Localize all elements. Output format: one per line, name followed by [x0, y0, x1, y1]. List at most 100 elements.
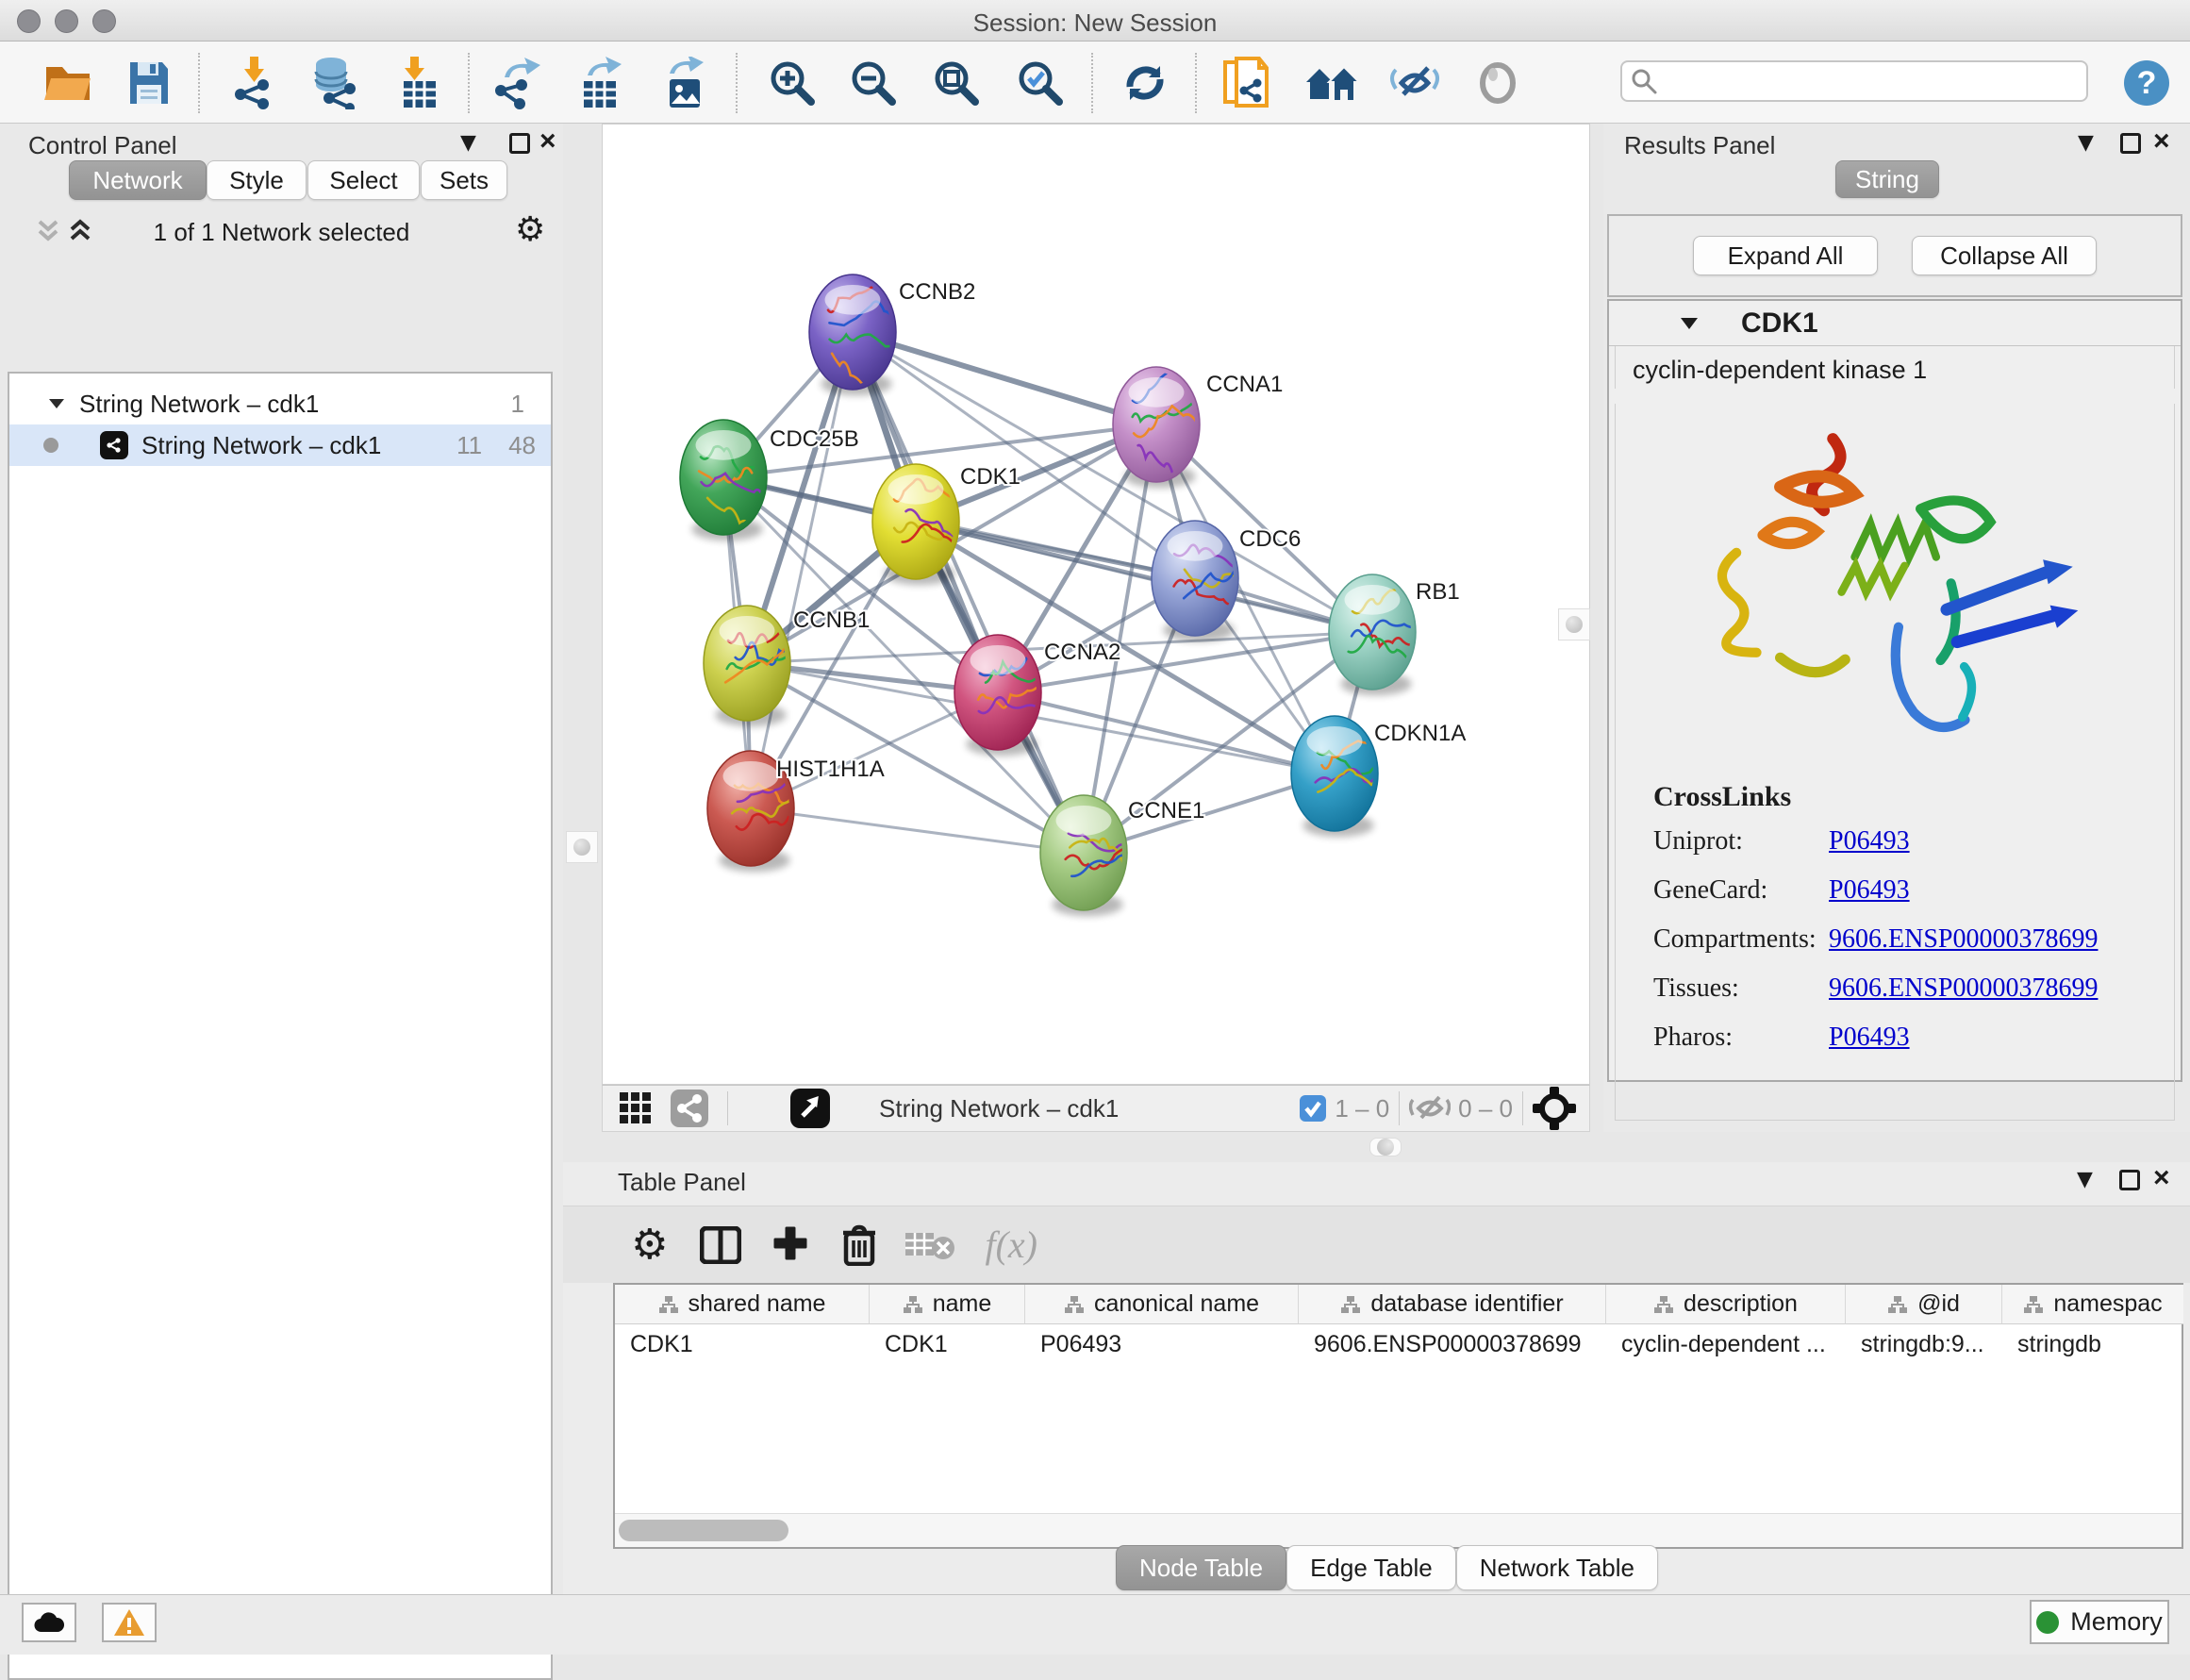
- export-network-icon[interactable]: [487, 55, 547, 111]
- results-panel-close-icon[interactable]: ×: [2153, 125, 2170, 158]
- function-builder-icon[interactable]: f(x): [985, 1223, 1037, 1267]
- network-canvas[interactable]: CCNB2 CCNA1 CDC25BCDK1 CDC6RB1 CCNB1 CCNA2 CDK…: [602, 124, 1590, 1085]
- cell-database-identifier[interactable]: 9606.ENSP00000378699: [1299, 1324, 1606, 1364]
- horizontal-splitter[interactable]: [563, 1132, 2190, 1162]
- search-input[interactable]: [1666, 64, 2086, 98]
- column-header[interactable]: namespac: [2002, 1285, 2183, 1324]
- hide-selected-icon[interactable]: [1385, 55, 1445, 111]
- cdk1-section-header[interactable]: CDK1: [1609, 301, 2181, 346]
- table-panel-menu-icon[interactable]: ▼: [2077, 1168, 2093, 1191]
- protein-node-ccna2[interactable]: CCNA2: [954, 635, 1120, 756]
- column-header[interactable]: database identifier: [1299, 1285, 1606, 1324]
- import-table-icon[interactable]: [389, 55, 449, 111]
- protein-node-ccna1[interactable]: CCNA1: [1113, 365, 1283, 488]
- left-splitter-handle[interactable]: [566, 831, 598, 863]
- crosslink-pharos-link[interactable]: P06493: [1829, 1023, 1910, 1053]
- protein-node-rb1[interactable]: RB1: [1329, 574, 1460, 695]
- cell-description[interactable]: cyclin-dependent ...: [1606, 1324, 1846, 1364]
- tab-string[interactable]: String: [1835, 160, 1939, 198]
- cloud-button[interactable]: [22, 1603, 76, 1642]
- selected-checkbox-icon[interactable]: [1299, 1094, 1327, 1123]
- network-options-gear-icon[interactable]: ⚙: [515, 210, 545, 249]
- column-header[interactable]: canonical name: [1025, 1285, 1299, 1324]
- results-panel-float-icon[interactable]: [2120, 133, 2141, 158]
- network-row-selected[interactable]: String Network – cdk1 11 48: [9, 424, 551, 466]
- crosslink-uniprot-link[interactable]: P06493: [1829, 826, 1910, 857]
- node-table[interactable]: shared name name canonical name database…: [613, 1283, 2183, 1549]
- table-gear-icon[interactable]: ⚙: [631, 1221, 668, 1269]
- table-row[interactable]: CDK1 CDK1 P06493 9606.ENSP00000378699 cy…: [615, 1324, 2182, 1364]
- crosslink-genecard-link[interactable]: P06493: [1829, 875, 1910, 906]
- home-icon[interactable]: [1302, 55, 1362, 111]
- network-graph[interactable]: CCNB2 CCNA1 CDC25BCDK1 CDC6RB1 CCNB1 CCNA2 CDK…: [603, 125, 1591, 1086]
- protein-node-hist1h1a[interactable]: HIST1H1A: [707, 751, 885, 872]
- tab-sets[interactable]: Sets: [421, 160, 507, 200]
- protein-node-cdc25b[interactable]: CDC25B: [680, 420, 859, 541]
- delete-column-icon[interactable]: [841, 1224, 877, 1266]
- tab-select[interactable]: Select: [307, 160, 420, 200]
- table-panel-close-icon[interactable]: ×: [2153, 1162, 2170, 1194]
- column-header[interactable]: name: [870, 1285, 1025, 1324]
- split-columns-icon[interactable]: [700, 1226, 741, 1264]
- control-panel-menu-icon[interactable]: ▼: [460, 131, 476, 155]
- cell-namespace[interactable]: stringdb: [2002, 1324, 2183, 1364]
- export-image-icon[interactable]: [655, 55, 715, 111]
- tab-node-table[interactable]: Node Table: [1116, 1545, 1286, 1590]
- tab-network-table[interactable]: Network Table: [1456, 1545, 1658, 1590]
- table-panel-float-icon[interactable]: [2119, 1170, 2140, 1195]
- horizontal-splitter-handle[interactable]: [1369, 1138, 1402, 1156]
- refresh-icon[interactable]: [1115, 55, 1175, 111]
- control-panel-close-icon[interactable]: ×: [539, 125, 556, 158]
- crosslink-tissues-link[interactable]: 9606.ENSP00000378699: [1829, 973, 2098, 1004]
- cell-canonical-name[interactable]: P06493: [1025, 1324, 1299, 1364]
- warning-button[interactable]: [102, 1603, 157, 1642]
- protein-node-cdk1[interactable]: CDK1: [872, 464, 1020, 585]
- protein-node-cdc6[interactable]: CDC6: [1152, 521, 1301, 641]
- crosslink-compartments-link[interactable]: 9606.ENSP00000378699: [1829, 924, 2098, 955]
- save-session-icon[interactable]: [119, 55, 179, 111]
- protein-node-ccnb2[interactable]: CCNB2: [809, 274, 975, 399]
- open-session-icon[interactable]: [38, 55, 98, 111]
- export-table-icon[interactable]: [571, 55, 631, 111]
- crosshair-icon[interactable]: [1533, 1087, 1576, 1130]
- right-splitter[interactable]: [1590, 124, 1603, 1132]
- first-neighbors-icon[interactable]: [1217, 55, 1277, 111]
- control-panel-float-icon[interactable]: [509, 133, 530, 158]
- collapse-all-button[interactable]: Collapse All: [1912, 236, 2097, 275]
- cell-id[interactable]: stringdb:9...: [1846, 1324, 2002, 1364]
- column-header[interactable]: shared name: [615, 1285, 870, 1324]
- import-network-file-icon[interactable]: [226, 55, 287, 111]
- share-view-icon[interactable]: [671, 1090, 708, 1127]
- column-header[interactable]: @id: [1846, 1285, 2002, 1324]
- cell-name[interactable]: CDK1: [870, 1324, 1025, 1364]
- expand-all-button[interactable]: Expand All: [1693, 236, 1878, 275]
- scrollbar-thumb[interactable]: [619, 1520, 788, 1541]
- zoom-fit-icon[interactable]: [926, 55, 987, 111]
- delete-table-icon[interactable]: [905, 1229, 956, 1261]
- collection-expand-icon[interactable]: [47, 396, 66, 411]
- zoom-out-icon[interactable]: [843, 55, 904, 111]
- protein-node-ccnb1[interactable]: CCNB1: [704, 606, 870, 726]
- network-collection-row[interactable]: String Network – cdk1 1: [9, 383, 551, 424]
- memory-button[interactable]: Memory: [2030, 1600, 2169, 1644]
- protein-node-cdkn1a[interactable]: CDKN1A: [1291, 716, 1466, 837]
- zoom-in-icon[interactable]: [762, 55, 822, 111]
- grid-view-icon[interactable]: [618, 1090, 654, 1126]
- section-collapse-icon[interactable]: [1679, 315, 1700, 332]
- tab-style[interactable]: Style: [207, 160, 307, 200]
- column-header[interactable]: description: [1606, 1285, 1846, 1324]
- import-network-database-icon[interactable]: [305, 55, 365, 111]
- help-icon[interactable]: ?: [2116, 55, 2177, 111]
- add-column-icon[interactable]: [771, 1226, 809, 1264]
- protein-node-ccne1[interactable]: CCNE1: [1040, 795, 1204, 916]
- results-panel-menu-icon[interactable]: ▼: [2078, 131, 2094, 155]
- show-all-icon[interactable]: [1468, 55, 1528, 111]
- hidden-eye-slash-icon[interactable]: [1409, 1092, 1451, 1124]
- birdseye-toggle-icon[interactable]: [790, 1089, 830, 1128]
- tab-network[interactable]: Network: [69, 160, 207, 200]
- table-horizontal-scrollbar[interactable]: [615, 1513, 2182, 1547]
- tab-edge-table[interactable]: Edge Table: [1286, 1545, 1456, 1590]
- cell-shared-name[interactable]: CDK1: [615, 1324, 870, 1364]
- right-splitter-handle[interactable]: [1558, 608, 1590, 640]
- zoom-selected-icon[interactable]: [1010, 55, 1070, 111]
